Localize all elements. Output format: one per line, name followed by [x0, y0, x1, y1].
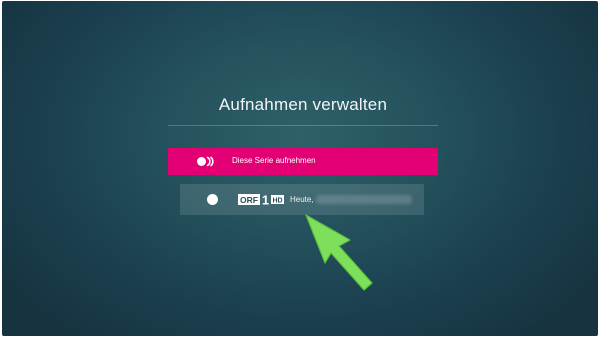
record-dot-icon [207, 194, 218, 205]
svg-text:1: 1 [262, 194, 269, 205]
series-record-icon [197, 156, 214, 167]
record-series-option[interactable]: Diese Serie aufnehmen [168, 148, 438, 175]
redacted-text [316, 195, 412, 204]
tv-screen: Aufnahmen verwalten Diese Serie aufnehme… [2, 1, 598, 336]
record-series-label: Diese Serie aufnehmen [232, 156, 316, 165]
dialog-title: Aufnahmen verwalten [218, 95, 388, 114]
svg-text:ORF: ORF [240, 195, 258, 205]
svg-text:HD: HD [272, 197, 282, 204]
title-divider [168, 125, 438, 126]
arrow-pointer-icon [305, 214, 373, 291]
channel-logo: ORF 1 HD [238, 194, 284, 205]
episode-time-label: Heute, [290, 195, 314, 204]
